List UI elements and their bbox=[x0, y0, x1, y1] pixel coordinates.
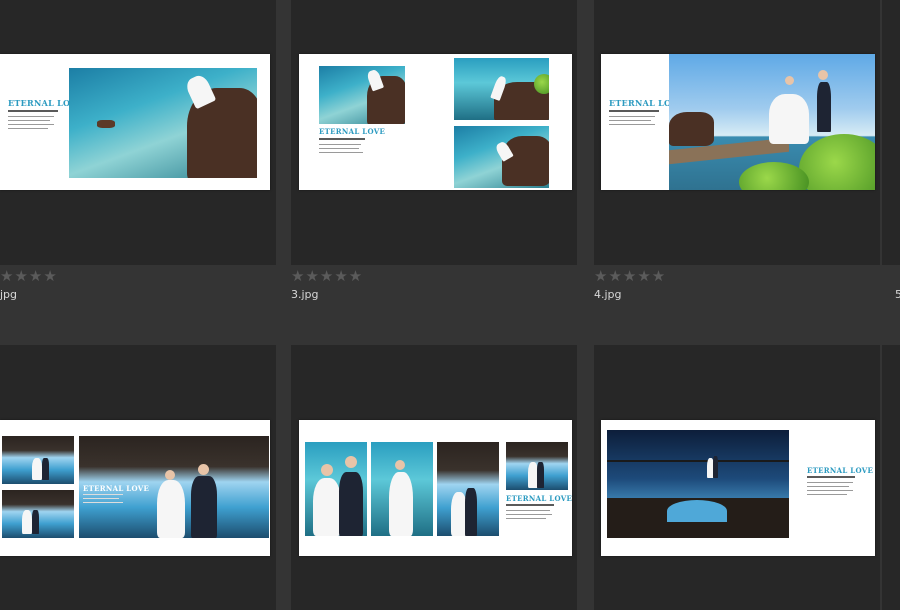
photo bbox=[371, 442, 433, 536]
text-line bbox=[8, 116, 54, 117]
thumbnail-image[interactable]: ETERNAL LOVE bbox=[299, 54, 572, 190]
photo bbox=[607, 430, 789, 538]
spread-title: ETERNAL LOVE bbox=[807, 466, 874, 475]
text-line bbox=[807, 482, 853, 483]
photo bbox=[454, 58, 549, 120]
filename-label[interactable]: 5 bbox=[895, 288, 900, 301]
thumbnail-image[interactable]: ETERNAL LOVE bbox=[0, 54, 270, 190]
text-line bbox=[609, 116, 655, 117]
thumbnail-image[interactable]: ETERNAL LOVE bbox=[601, 54, 875, 190]
text-line bbox=[8, 124, 54, 125]
text-line bbox=[609, 124, 655, 125]
text-line bbox=[807, 476, 855, 478]
photo bbox=[506, 442, 568, 490]
text-line bbox=[506, 518, 546, 519]
spread-title: ETERNAL LOVE bbox=[83, 484, 150, 493]
photo bbox=[2, 436, 74, 484]
text-line bbox=[319, 148, 359, 149]
text-line bbox=[609, 120, 651, 121]
filename-label[interactable]: jpg bbox=[0, 288, 17, 301]
thumbnail-image[interactable]: ETERNAL LOVE bbox=[601, 420, 875, 556]
thumbnail-image[interactable]: ETERNAL LOVE bbox=[0, 420, 270, 556]
photo bbox=[319, 66, 405, 124]
text-line bbox=[319, 138, 365, 140]
text-line bbox=[83, 498, 119, 499]
text-line bbox=[506, 514, 552, 515]
photo bbox=[454, 126, 549, 188]
photo bbox=[69, 68, 257, 178]
thumbnail-cell[interactable] bbox=[882, 0, 900, 265]
text-line bbox=[807, 486, 849, 487]
text-line bbox=[83, 494, 123, 495]
text-line bbox=[8, 120, 50, 121]
text-line bbox=[8, 128, 48, 129]
text-line bbox=[83, 502, 123, 503]
thumbnail-cell[interactable] bbox=[882, 345, 900, 610]
photo bbox=[669, 54, 875, 190]
filename-label[interactable]: 4.jpg bbox=[594, 288, 622, 301]
text-line bbox=[8, 110, 58, 112]
rating-stars[interactable]: ★★★★★ bbox=[291, 269, 363, 284]
rating-stars[interactable]: ★★★★★ bbox=[594, 269, 666, 284]
text-line bbox=[506, 510, 550, 511]
text-line bbox=[319, 144, 361, 145]
text-line bbox=[807, 490, 853, 491]
photo bbox=[437, 442, 499, 536]
thumbnail-image[interactable]: ETERNAL LOVE bbox=[299, 420, 572, 556]
text-line bbox=[506, 504, 554, 506]
spread-title: ETERNAL LOVE bbox=[319, 127, 386, 136]
photo bbox=[2, 490, 74, 538]
filename-label[interactable]: 3.jpg bbox=[291, 288, 319, 301]
text-line bbox=[807, 494, 847, 495]
text-line bbox=[609, 110, 659, 112]
photo bbox=[305, 442, 367, 536]
text-line bbox=[319, 152, 363, 153]
photo: ETERNAL LOVE bbox=[79, 436, 269, 538]
rating-stars[interactable]: ★★★★ bbox=[0, 269, 58, 284]
spread-title: ETERNAL LOVE bbox=[506, 494, 572, 503]
